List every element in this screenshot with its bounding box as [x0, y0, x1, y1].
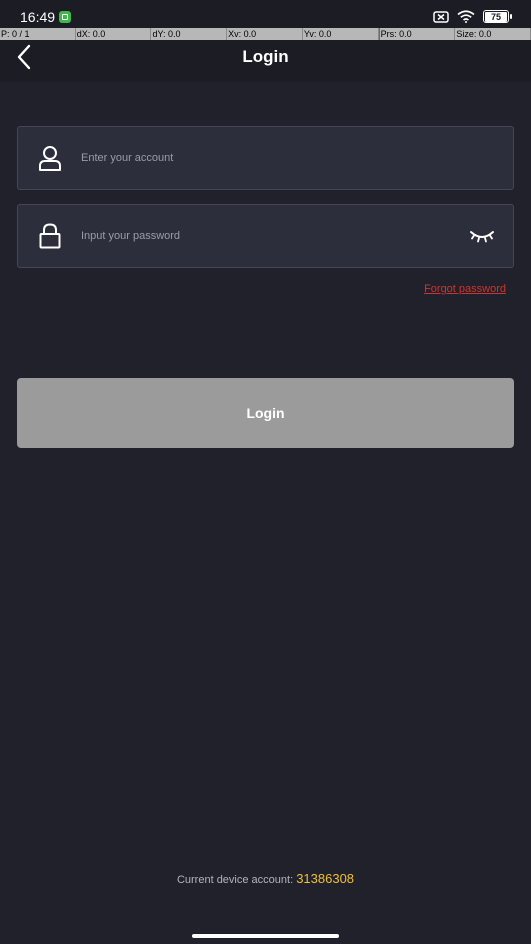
device-account-number: 31386308	[296, 871, 355, 886]
status-time: 16:49	[20, 9, 56, 25]
pointer-debug-bar: P: 0 / 1 dX: 0.0 dY: 0.0 Xv: 0.0 Yv: 0.0…	[0, 28, 531, 40]
lock-icon	[39, 223, 61, 249]
debug-pointer-count: P: 0 / 1	[0, 28, 76, 40]
forgot-password-link[interactable]: Forgot password	[424, 283, 506, 295]
login-button[interactable]: Login	[17, 378, 514, 448]
debug-dx: dX: 0.0	[76, 28, 152, 40]
account-input[interactable]	[81, 127, 461, 189]
wifi-icon	[457, 10, 475, 23]
battery-level: 75	[485, 11, 507, 22]
status-bar: 16:49 75	[0, 0, 531, 28]
app-notification-icon	[59, 11, 71, 23]
debug-size: Size: 0.0	[455, 28, 531, 40]
debug-xv: Xv: 0.0	[227, 28, 303, 40]
device-account-info: Current device account: 31386308	[0, 871, 531, 886]
eye-closed-icon[interactable]	[469, 227, 495, 245]
debug-dy: dY: 0.0	[151, 28, 228, 40]
debug-yv: Yv: 0.0	[303, 28, 379, 40]
password-field[interactable]	[17, 204, 514, 268]
debug-pressure: Prs: 0.0	[378, 28, 456, 40]
user-icon	[39, 146, 61, 171]
account-field[interactable]	[17, 126, 514, 190]
home-indicator[interactable]	[192, 934, 339, 938]
header: Login	[0, 40, 531, 82]
status-icons: 75	[433, 10, 512, 23]
sim-blocked-icon	[433, 10, 449, 23]
page-title: Login	[242, 47, 289, 66]
battery-icon: 75	[483, 10, 512, 23]
device-account-label: Current device account:	[176, 874, 294, 886]
password-input[interactable]	[81, 205, 461, 267]
